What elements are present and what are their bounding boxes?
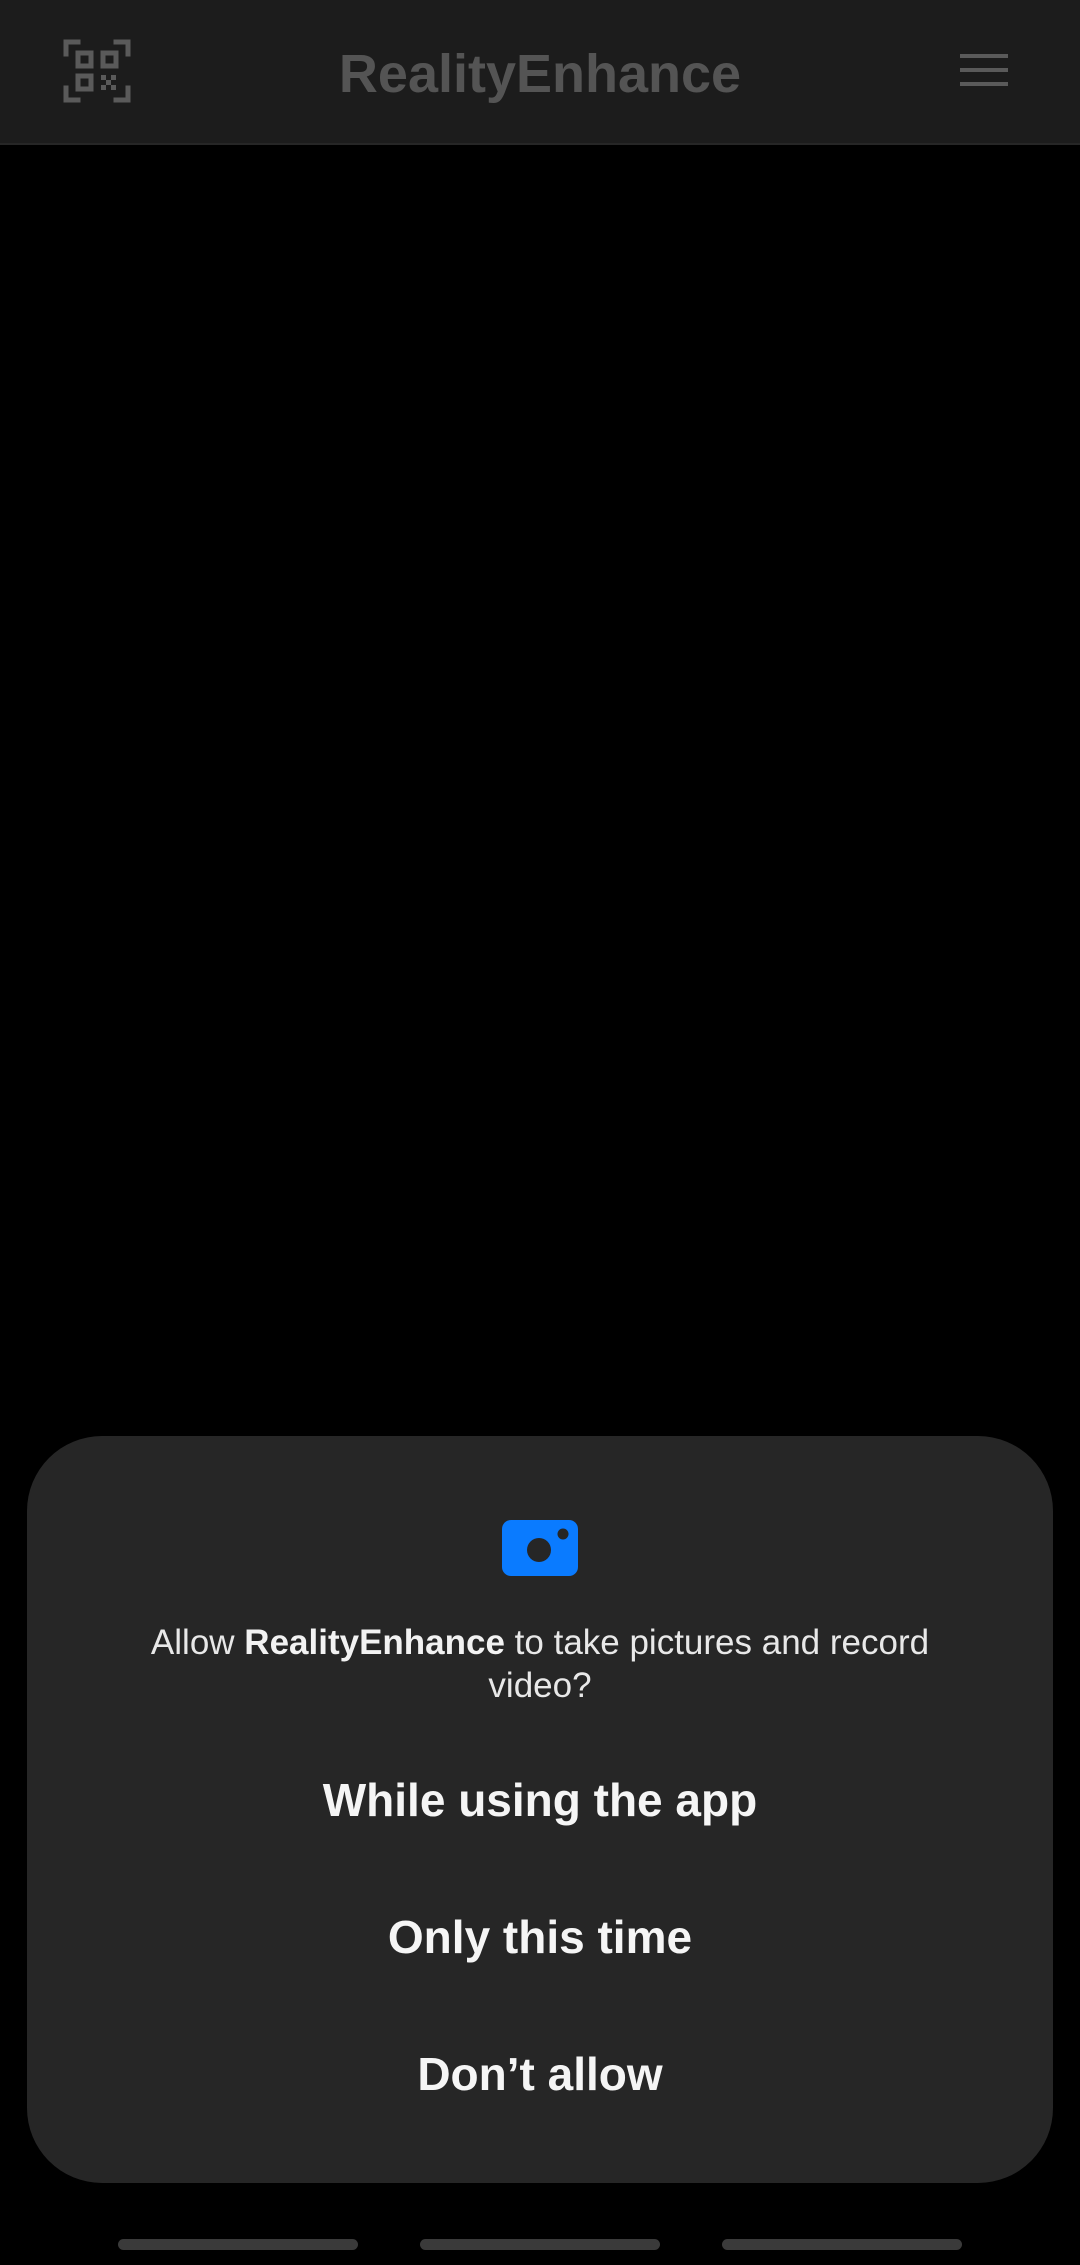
- back-pill[interactable]: [722, 2239, 962, 2250]
- dont-allow-button[interactable]: Don’t allow: [67, 2014, 1013, 2134]
- permission-dialog: Allow RealityEnhance to take pictures an…: [27, 1436, 1053, 2183]
- app-bar: RealityEnhance: [0, 0, 1080, 145]
- while-using-app-button[interactable]: While using the app: [67, 1740, 1013, 1860]
- permission-message: Allow RealityEnhance to take pictures an…: [117, 1621, 963, 1707]
- camera-icon: [502, 1520, 578, 1576]
- message-app-name: RealityEnhance: [244, 1623, 505, 1662]
- camera-preview: [0, 145, 1080, 1435]
- message-prefix: Allow: [150, 1623, 245, 1662]
- hamburger-menu-icon[interactable]: [956, 50, 1012, 90]
- recent-apps-pill[interactable]: [118, 2239, 358, 2250]
- app-title: RealityEnhance: [338, 44, 742, 104]
- home-pill[interactable]: [420, 2239, 660, 2250]
- only-this-time-button[interactable]: Only this time: [67, 1877, 1013, 1997]
- message-suffix: to take pictures and record video?: [488, 1623, 930, 1705]
